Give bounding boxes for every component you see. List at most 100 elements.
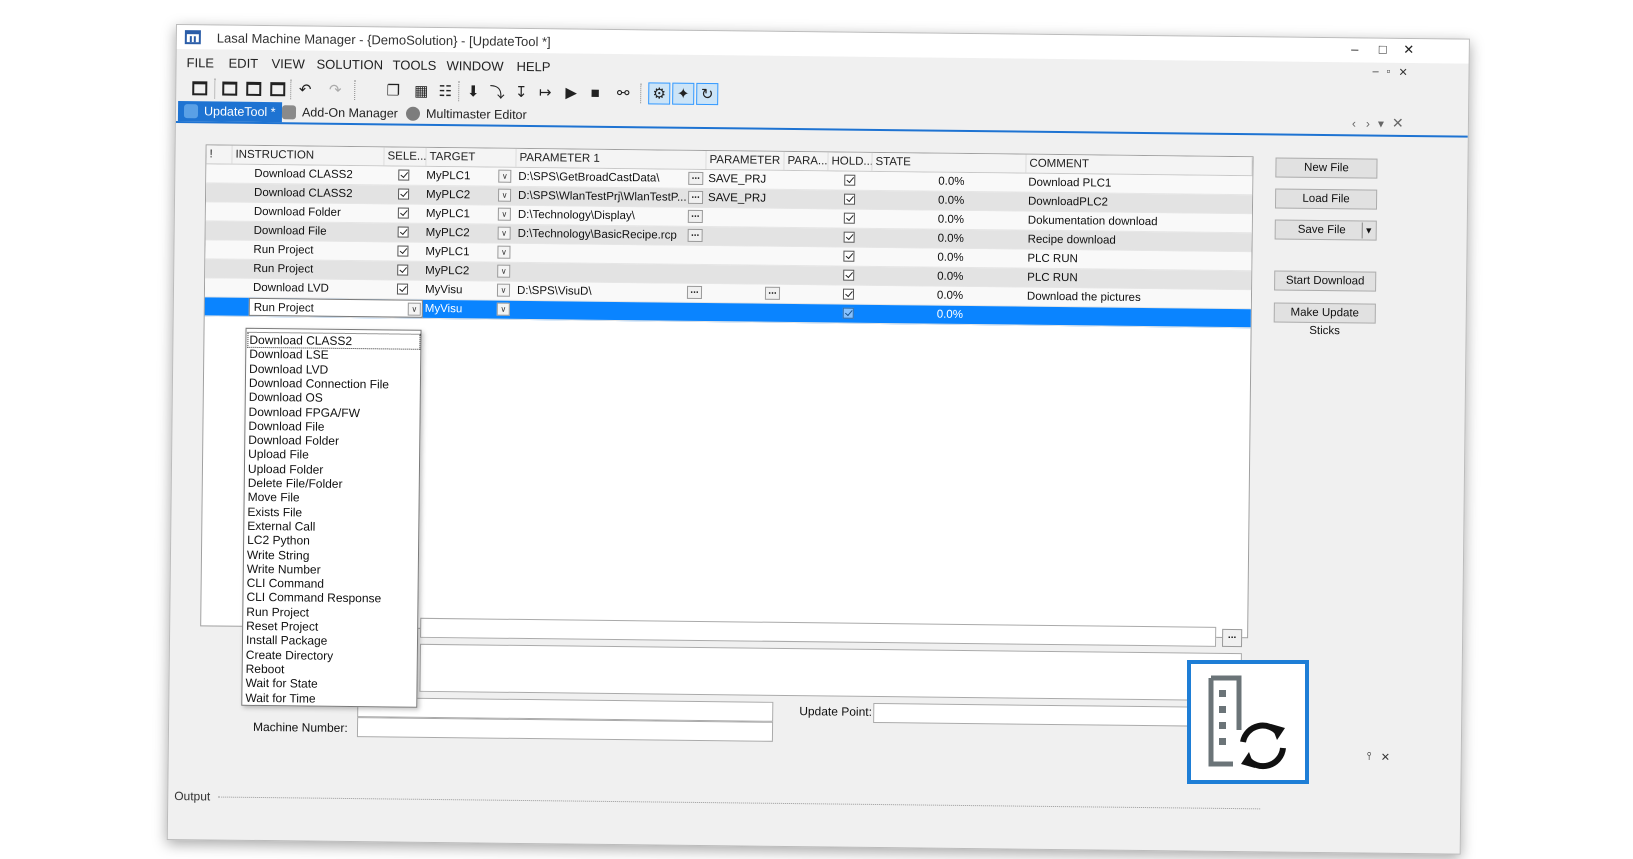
grid-icon[interactable]: ☷ [434,80,456,102]
select-checkbox[interactable] [397,226,409,238]
parameter2-cell[interactable]: SAVE_PRJ [708,170,766,189]
instruction-dropdown-icon[interactable]: ∨ [407,302,421,316]
dropdown-option[interactable]: Wait for Time [245,690,315,705]
col-header-parameter2[interactable]: PARAMETER 2 [706,151,785,170]
undo-icon[interactable]: ↶ [294,78,316,100]
save-file-dropdown-icon[interactable]: ▼ [1361,222,1375,239]
select-checkbox[interactable] [398,188,410,200]
hold-checkbox[interactable] [843,250,855,262]
parameter1-browse-button[interactable]: ... [687,209,703,223]
dropdown-option[interactable]: Download CLASS2 [247,331,421,350]
dropdown-option[interactable]: Write Number [247,562,321,577]
tab-addon-manager[interactable]: Add-On Manager [276,102,404,123]
parameter1-browse-button[interactable]: ... [687,190,704,204]
dropdown-option[interactable]: Download File [248,419,324,434]
parameter2-browse-button[interactable]: ... [764,286,781,300]
parameter1-cell[interactable]: D:\SPS\WlanTestPrj\WlanTestP... [518,187,688,207]
copy-windows-icon[interactable]: ❐ [382,79,404,101]
menu-tools[interactable]: TOOLS [392,57,436,72]
target-dropdown-icon[interactable]: ∨ [498,188,512,202]
col-header-hold[interactable]: HOLD... [828,152,873,171]
parameter1-cell[interactable]: D:\SPS\GetBroadCastData\ [518,168,688,188]
mdi-close-button[interactable]: ✕ [1398,66,1407,79]
comment-cell[interactable]: PLC RUN [1027,269,1078,288]
target-dropdown-icon[interactable]: ∨ [497,226,511,240]
tab-list-button[interactable]: ▾ [1378,117,1384,131]
col-header-target[interactable]: TARGET [426,147,517,167]
target-cell[interactable]: MyPLC2 [425,262,469,280]
comment-cell[interactable]: Download PLC1 [1028,174,1111,193]
dropdown-option[interactable]: Download LVD [249,361,328,376]
parameter2-cell[interactable]: SAVE_PRJ [708,189,766,208]
layout-2-icon[interactable] [242,78,264,100]
dropdown-option[interactable]: Run Project [246,605,309,620]
minimize-button[interactable]: – [1345,41,1365,56]
target-dropdown-icon[interactable]: ∨ [498,169,512,183]
stop-icon[interactable]: ■ [584,82,606,104]
dropdown-option[interactable]: Download OS [249,390,323,405]
target-cell[interactable]: MyPLC1 [426,205,470,223]
new-window-icon[interactable] [188,77,210,99]
target-dropdown-icon[interactable]: ∨ [497,245,511,259]
tab-multimaster-editor[interactable]: Multimaster Editor [400,104,533,126]
instruction-cell[interactable]: Download CLASS2 [254,165,353,184]
download-arrow-icon[interactable]: ⬇ [462,80,484,102]
tab-close-button[interactable]: ✕ [1392,115,1404,132]
menu-help[interactable]: HELP [516,59,550,74]
target-cell[interactable]: MyVisu [425,300,463,318]
dropdown-option[interactable]: Download FPGA/FW [249,404,361,419]
target-cell[interactable]: MyPLC1 [425,243,469,261]
parameter1-cell[interactable]: D:\SPS\VisuD\ [517,282,687,302]
dropdown-option[interactable]: Delete File/Folder [248,476,343,491]
target-dropdown-icon[interactable]: ∨ [496,283,511,297]
menu-edit[interactable]: EDIT [228,56,258,71]
comment-cell[interactable]: Recipe download [1028,231,1116,250]
dropdown-option[interactable]: CLI Command Response [246,590,381,606]
load-file-button[interactable]: Load File [1274,188,1378,210]
description-textarea[interactable] [419,643,1242,702]
layout-3-icon[interactable] [266,78,288,100]
devices-view-icon[interactable]: ✦ [672,82,695,105]
dropdown-option[interactable]: Download Connection File [249,376,389,392]
hold-checkbox[interactable] [843,231,855,243]
dropdown-option[interactable]: Create Directory [246,647,334,662]
target-dropdown-icon[interactable]: ∨ [497,264,511,278]
parameter1-browse-button[interactable]: ... [686,285,703,299]
comment-cell[interactable]: Dokumentation download [1028,212,1158,231]
start-download-button[interactable]: Start Download [1274,270,1377,292]
dropdown-option[interactable]: Write String [247,547,310,562]
make-update-sticks-button[interactable]: Make Update Sticks [1273,302,1376,337]
col-header-flag[interactable]: ! [206,145,233,164]
mdi-restore-button[interactable]: ▫ [1386,66,1390,78]
select-checkbox[interactable] [397,207,409,219]
maximize-button[interactable]: □ [1373,42,1393,57]
update-point-input[interactable] [873,702,1204,727]
instruction-cell[interactable]: Download Folder [254,203,341,222]
layout-1-icon[interactable] [218,77,240,99]
parameter1-browse-button[interactable]: ... [687,228,703,242]
col-header-comment[interactable]: COMMENT [1026,154,1253,176]
dropdown-option[interactable]: External Call [247,519,315,534]
dropdown-option[interactable]: Install Package [246,633,328,648]
col-header-selected[interactable]: SELE... [384,147,427,166]
menu-view[interactable]: VIEW [271,56,304,71]
target-cell[interactable]: MyPLC1 [426,167,470,185]
redo-icon[interactable]: ↷ [324,79,346,101]
close-button[interactable]: ✕ [1399,42,1419,58]
dropdown-option[interactable]: LC2 Python [247,533,310,548]
instruction-cell[interactable]: Download LVD [253,279,329,298]
parameter1-cell[interactable]: D:\Technology\BasicRecipe.rcp [518,225,688,245]
download-to-target-icon[interactable]: ⤵ [486,81,508,103]
select-checkbox[interactable] [396,283,409,295]
dropdown-option[interactable]: Move File [248,490,300,505]
comment-cell[interactable]: DownloadPLC2 [1028,193,1108,212]
col-header-instruction[interactable]: INSTRUCTION [232,145,385,166]
link-icon[interactable]: ⚯ [612,82,634,104]
dropdown-option[interactable]: Reset Project [246,619,318,634]
select-checkbox[interactable] [397,264,409,276]
select-checkbox[interactable] [397,245,409,257]
hold-checkbox[interactable] [843,269,855,281]
hold-checkbox[interactable] [842,307,854,319]
save-file-button[interactable]: Save File ▼ [1274,219,1377,241]
hold-checkbox[interactable] [843,193,856,205]
